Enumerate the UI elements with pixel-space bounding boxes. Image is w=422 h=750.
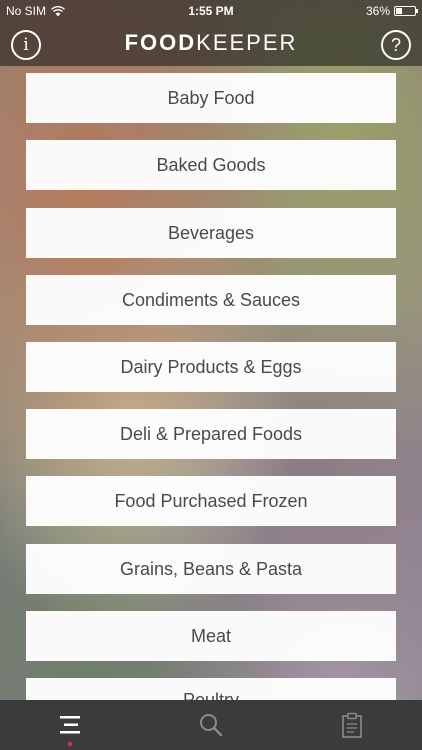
category-label: Condiments & Sauces: [121, 289, 301, 310]
help-button[interactable]: ?: [381, 30, 411, 60]
category-item[interactable]: Meat: [26, 611, 396, 661]
category-list[interactable]: Baby Food Baked Goods Beverages Condimen…: [0, 66, 422, 700]
category-item[interactable]: Baby Food: [26, 73, 396, 123]
categories-menu-icon: [60, 716, 80, 734]
status-time: 1:55 PM: [188, 4, 234, 18]
category-label: Baby Food: [167, 87, 255, 108]
clipboard-icon: [342, 712, 362, 738]
battery-fill: [396, 8, 403, 14]
category-item[interactable]: Food Purchased Frozen: [26, 476, 396, 526]
status-right: 36%: [365, 4, 418, 18]
battery-percent: 36%: [365, 4, 390, 18]
app-logo: FOODKEEPER: [0, 30, 422, 56]
battery-icon: [394, 6, 418, 16]
logo-keeper: KEEPER: [196, 30, 298, 55]
category-item[interactable]: Beverages: [26, 208, 396, 258]
category-item[interactable]: Poultry: [26, 678, 396, 700]
category-label: Grains, Beans & Pasta: [119, 558, 303, 579]
category-item[interactable]: Deli & Prepared Foods: [26, 409, 396, 459]
category-item[interactable]: Dairy Products & Eggs: [26, 342, 396, 392]
help-icon: ?: [390, 35, 401, 55]
category-label: Deli & Prepared Foods: [119, 423, 303, 444]
tab-search[interactable]: [141, 700, 281, 750]
category-label: Beverages: [167, 222, 255, 243]
category-item[interactable]: Grains, Beans & Pasta: [26, 544, 396, 594]
category-label: Food Purchased Frozen: [114, 490, 308, 511]
search-icon: [200, 714, 223, 737]
active-tab-indicator: [68, 742, 72, 746]
status-bar: No SIM 1:55 PM 36%: [0, 0, 422, 22]
category-label: Dairy Products & Eggs: [120, 356, 302, 377]
category-item[interactable]: Condiments & Sauces: [26, 275, 396, 325]
app-screen: No SIM 1:55 PM 36% i FOODKEEPER ? Baby F…: [0, 0, 422, 750]
category-label: Meat: [190, 625, 232, 646]
category-item[interactable]: Baked Goods: [26, 140, 396, 190]
category-label: Poultry: [182, 690, 240, 700]
tab-categories[interactable]: [0, 700, 140, 750]
tab-clipboard[interactable]: [282, 700, 422, 750]
tab-bar: [0, 700, 422, 750]
category-label: Baked Goods: [156, 154, 266, 175]
nav-bar: i FOODKEEPER ?: [0, 22, 422, 66]
logo-food: FOOD: [124, 30, 197, 55]
